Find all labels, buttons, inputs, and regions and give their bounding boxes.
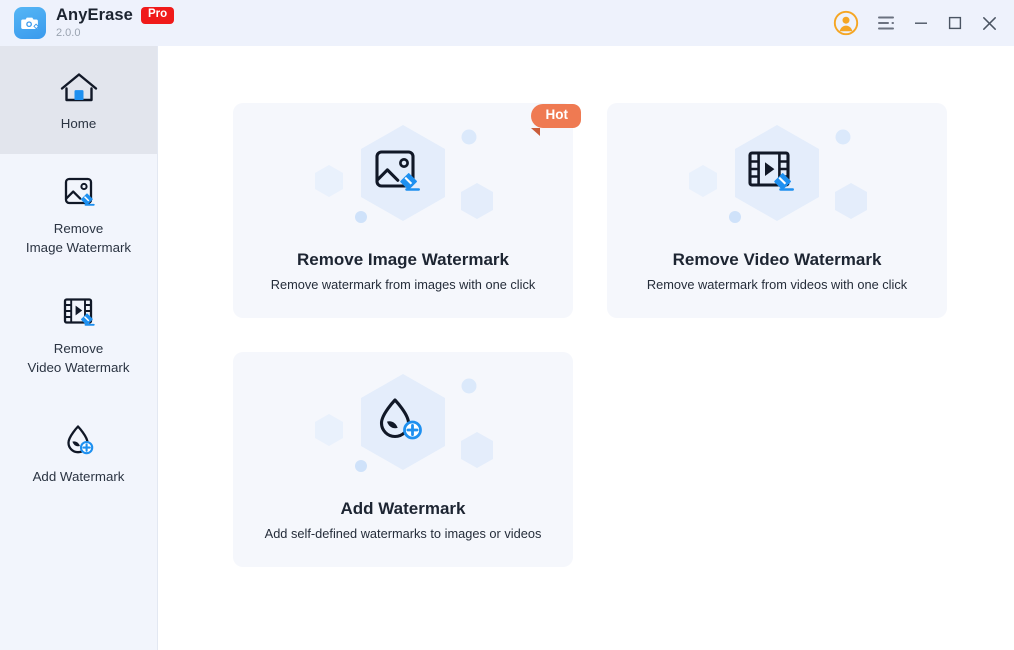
sidebar-item-label: Add Watermark [32,469,125,485]
droplet-plus-icon [57,421,101,461]
card-remove-video-watermark[interactable]: Remove Video Watermark Remove watermark … [607,103,947,318]
card-title: Remove Image Watermark [297,250,509,269]
hot-badge-fold [530,128,540,136]
sidebar-item-remove-image-watermark[interactable]: Remove Image Watermark [0,154,157,274]
card-subtitle: Add self-defined watermarks to images or… [264,526,542,541]
card-subtitle: Remove watermark from videos with one cl… [646,277,908,292]
close-icon[interactable] [974,8,1004,38]
minimize-icon[interactable] [906,8,936,38]
card-remove-image-watermark[interactable]: Hot Remove Image Watermark Remove waterm… [233,103,581,318]
feature-card-grid: Hot Remove Image Watermark Remove waterm… [233,103,947,567]
title-bar: AnyErase Pro 2.0.0 [0,0,1014,46]
image-eraser-icon [371,146,435,209]
home-icon [57,68,101,108]
video-eraser-icon [745,146,809,209]
window-controls [830,7,1004,39]
sidebar-item-remove-video-watermark[interactable]: Remove Video Watermark [0,274,157,394]
card-artwork [233,103,573,251]
app-title: AnyErase [56,6,133,25]
app-body: Home Remove Image Watermark Remove Video… [0,46,1014,650]
card-add-watermark[interactable]: Add Watermark Add self-defined watermark… [233,352,573,567]
hamburger-menu-icon[interactable] [872,8,902,38]
app-brand-text: AnyErase Pro 2.0.0 [56,6,175,39]
sidebar: Home Remove Image Watermark Remove Video… [0,46,158,650]
account-avatar-icon[interactable] [830,7,862,39]
card-title: Remove Video Watermark [672,250,882,269]
card-artwork [607,103,947,251]
app-version: 2.0.0 [56,26,81,39]
sidebar-item-label: Remove Video Watermark [27,340,130,375]
card-title: Add Watermark [340,499,466,518]
video-eraser-icon [57,293,101,333]
card-artwork [233,352,573,500]
sidebar-item-label: Home [60,116,97,132]
main-content: Hot Remove Image Watermark Remove waterm… [158,46,1014,650]
droplet-plus-icon [371,395,435,458]
app-window: AnyErase Pro 2.0.0 Home Remove Image Wat… [0,0,1014,650]
hot-badge: Hot [530,103,581,136]
pro-badge: Pro [140,7,175,24]
sidebar-item-add-watermark[interactable]: Add Watermark [0,394,157,512]
sidebar-item-label: Remove Image Watermark [25,220,132,255]
sidebar-item-home[interactable]: Home [0,46,157,154]
image-eraser-icon [57,173,101,213]
app-brand: AnyErase Pro 2.0.0 [14,6,175,39]
card-subtitle: Remove watermark from images with one cl… [270,277,536,292]
hot-badge-label: Hot [530,104,581,128]
maximize-icon[interactable] [940,8,970,38]
camera-eraser-icon [14,7,46,39]
